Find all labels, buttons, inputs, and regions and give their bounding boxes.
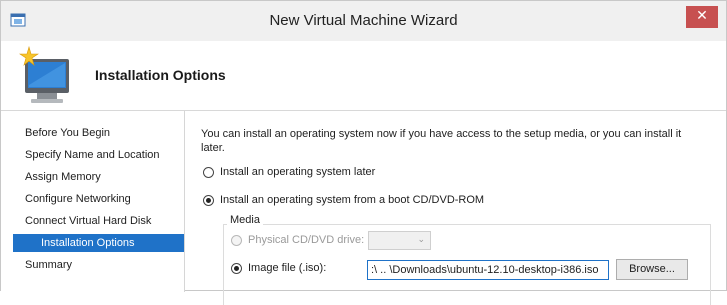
- install-from-cd-radio[interactable]: [203, 195, 214, 206]
- browse-button[interactable]: Browse...: [616, 259, 688, 280]
- physical-drive-radio[interactable]: [231, 235, 242, 246]
- chevron-down-icon: ⌄: [417, 235, 425, 245]
- sidebar-item-before-you-begin[interactable]: Before You Begin: [25, 124, 110, 142]
- wizard-window: New Virtual Machine Wizard ✕ Installatio…: [0, 0, 727, 305]
- sidebar-item-configure-networking[interactable]: Configure Networking: [25, 190, 131, 208]
- sidebar-item-connect-vhd[interactable]: Connect Virtual Hard Disk: [25, 212, 151, 230]
- physical-drive-select[interactable]: ⌄: [368, 231, 431, 250]
- page-title: Installation Options: [95, 67, 226, 83]
- image-file-label[interactable]: Image file (.iso):: [248, 262, 326, 274]
- window-title: New Virtual Machine Wizard: [269, 12, 458, 29]
- image-file-input[interactable]: :\ .. \Downloads\ubuntu-12.10-desktop-i3…: [367, 260, 609, 280]
- intro-text: You can install an operating system now …: [201, 128, 682, 154]
- wizard-steps-sidebar: Before You Begin Specify Name and Locati…: [1, 111, 185, 292]
- media-group-legend: Media: [227, 214, 263, 226]
- close-button[interactable]: ✕: [686, 6, 718, 28]
- sidebar-item-assign-memory[interactable]: Assign Memory: [25, 168, 101, 186]
- page-header: Installation Options: [1, 41, 726, 111]
- install-from-cd-label[interactable]: Install an operating system from a boot …: [220, 194, 484, 206]
- image-file-radio[interactable]: [231, 263, 242, 274]
- install-later-label[interactable]: Install an operating system later: [220, 166, 375, 178]
- title-bar[interactable]: New Virtual Machine Wizard ✕: [1, 1, 726, 41]
- physical-drive-label: Physical CD/DVD drive:: [248, 234, 365, 246]
- sidebar-item-summary[interactable]: Summary: [25, 256, 72, 274]
- sidebar-item-installation-options[interactable]: Installation Options: [13, 234, 184, 252]
- monitor-starburst-icon: [19, 45, 69, 103]
- install-later-radio[interactable]: [203, 167, 214, 178]
- sidebar-item-specify-name[interactable]: Specify Name and Location: [25, 146, 160, 164]
- main-content: You can install an operating system now …: [185, 111, 726, 305]
